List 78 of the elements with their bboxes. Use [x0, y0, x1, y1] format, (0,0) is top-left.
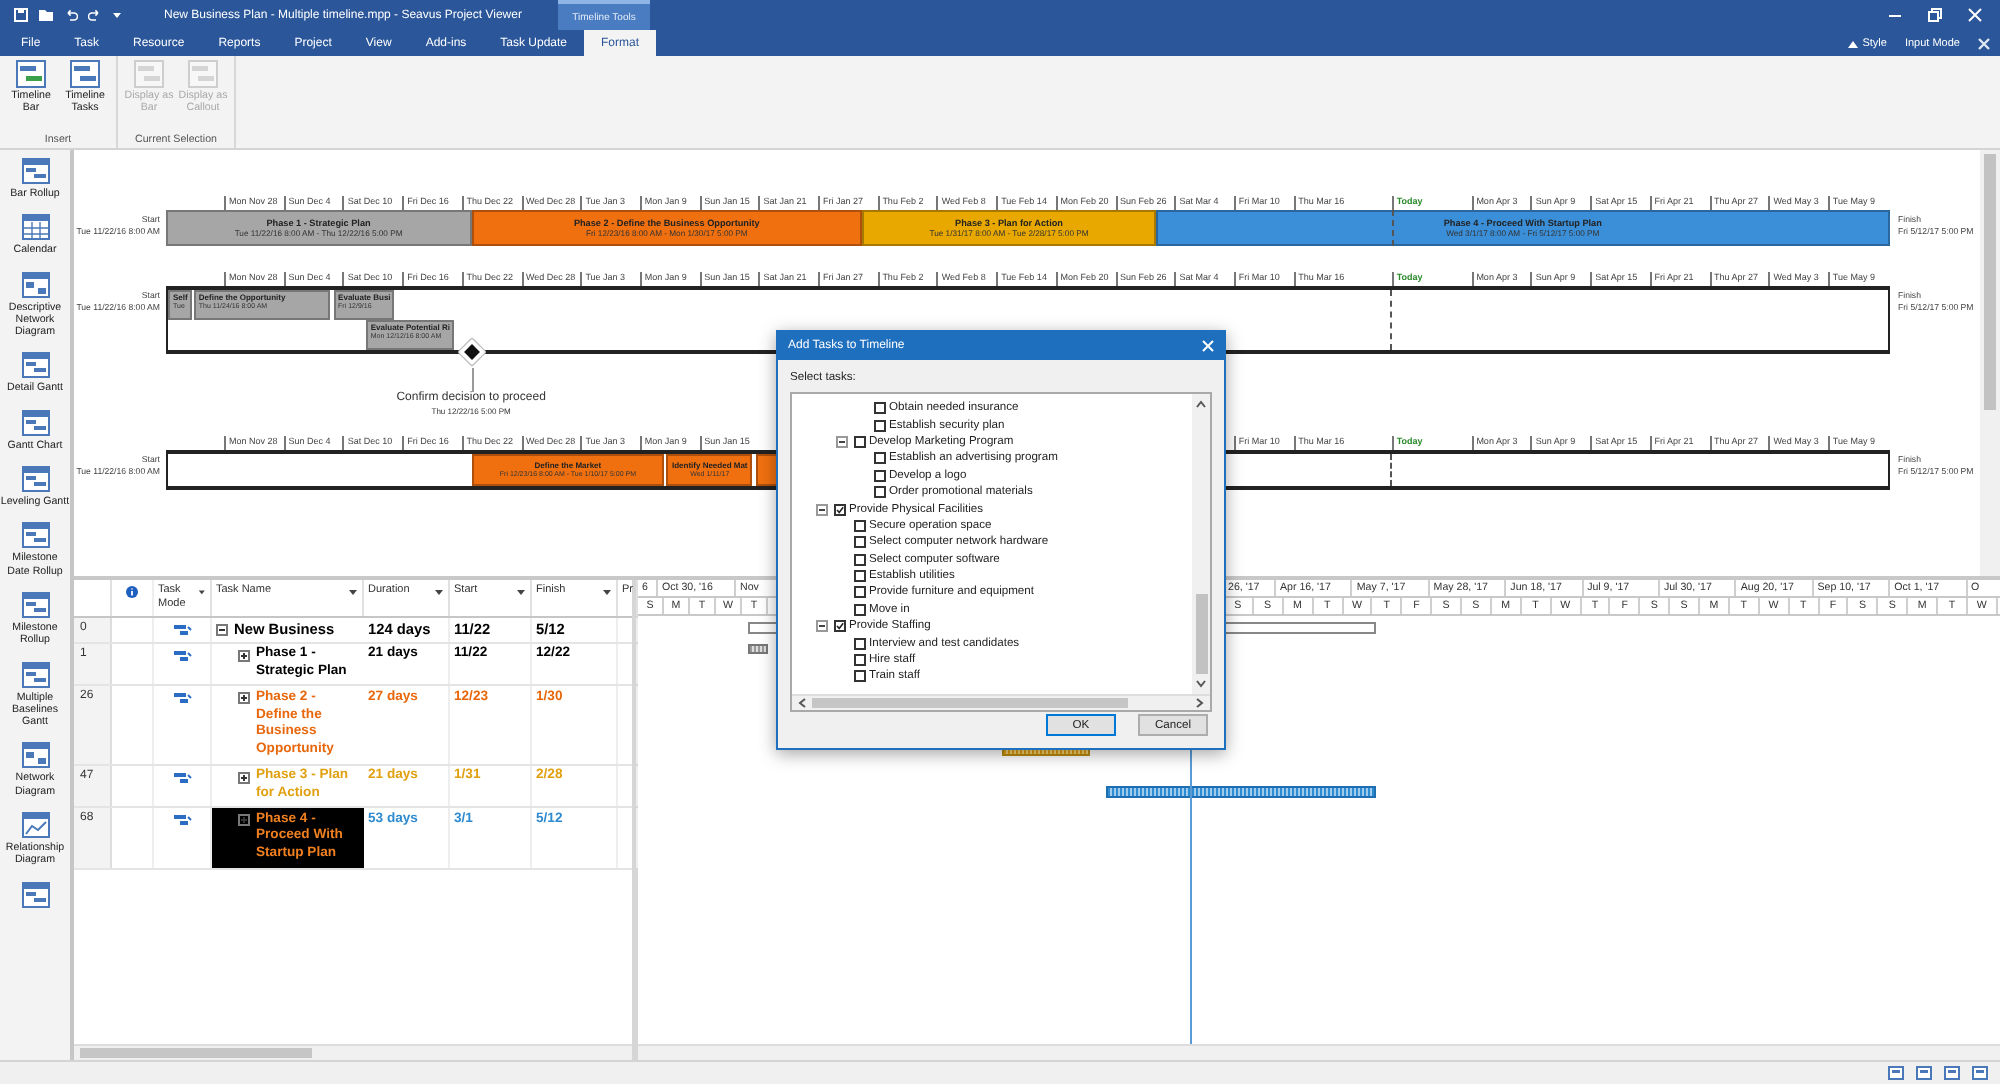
- today-line: [1390, 290, 1393, 350]
- expand-icon[interactable]: [238, 649, 250, 662]
- gantt-bar[interactable]: [1106, 786, 1376, 798]
- caret-icon[interactable]: [198, 588, 206, 596]
- milestone-icon[interactable]: [458, 338, 487, 366]
- line-chart-icon: [21, 812, 49, 839]
- gantt-icon: [21, 466, 49, 493]
- scrollbar-thumb[interactable]: [812, 698, 1128, 708]
- task-mode-icon: [173, 649, 191, 662]
- checkbox[interactable]: [874, 486, 886, 499]
- checkbox[interactable]: [874, 419, 886, 432]
- checkbox[interactable]: [854, 637, 866, 650]
- info-icon: [126, 586, 138, 598]
- gantt-icon: [21, 409, 49, 436]
- checkbox[interactable]: [874, 452, 886, 465]
- diagram-icon: [21, 271, 49, 298]
- checkbox[interactable]: [854, 670, 866, 683]
- restore-icon[interactable]: [1928, 8, 1942, 22]
- caret-left-icon[interactable]: [798, 698, 806, 708]
- checkbox[interactable]: [854, 586, 866, 599]
- calendar-icon: [21, 214, 49, 241]
- expand-icon[interactable]: [238, 771, 250, 784]
- timeline-icon: [134, 60, 164, 88]
- checkbox[interactable]: [854, 603, 866, 616]
- checkbox[interactable]: [854, 519, 866, 532]
- zoom-icon[interactable]: [1972, 1066, 1988, 1080]
- task-mode-icon: [173, 692, 191, 705]
- bar-chart-icon: [21, 158, 49, 184]
- scrollbar[interactable]: [1192, 394, 1210, 694]
- leader-line: [471, 368, 474, 392]
- scrollbar[interactable]: [792, 694, 1210, 710]
- gantt-icon: [21, 661, 49, 688]
- caret-right-icon[interactable]: [1196, 698, 1204, 708]
- collapse-icon[interactable]: [816, 620, 828, 633]
- caret-icon[interactable]: [348, 588, 358, 596]
- checkbox[interactable]: [834, 503, 846, 516]
- expand-icon[interactable]: [238, 692, 250, 705]
- collapse-icon[interactable]: [836, 435, 848, 448]
- checkbox[interactable]: [854, 654, 866, 667]
- scrollbar[interactable]: [74, 1044, 632, 1060]
- caret-icon[interactable]: [434, 588, 444, 596]
- form-icon: [21, 881, 49, 908]
- caret-up-icon: [1848, 39, 1859, 47]
- undo-icon[interactable]: [64, 8, 78, 22]
- collapse-icon[interactable]: [816, 503, 828, 516]
- folder-icon[interactable]: [38, 8, 54, 22]
- gantt-icon: [21, 591, 49, 618]
- checkbox[interactable]: [854, 536, 866, 549]
- task-mode-icon: [173, 814, 191, 827]
- scrollbar-thumb[interactable]: [80, 1048, 312, 1058]
- scrollbar[interactable]: [1980, 150, 2000, 576]
- caret-down-icon[interactable]: [1196, 680, 1206, 688]
- checkbox[interactable]: [854, 570, 866, 583]
- task-mode-icon: [173, 771, 191, 784]
- scrollbar[interactable]: [638, 1044, 2000, 1060]
- scrollbar-thumb[interactable]: [1984, 154, 1996, 410]
- caret-up-icon[interactable]: [1196, 400, 1206, 408]
- checkbox[interactable]: [834, 620, 846, 633]
- today-line: [1390, 454, 1393, 486]
- gantt-bar[interactable]: [748, 644, 768, 654]
- save-icon[interactable]: [14, 8, 28, 22]
- gantt-icon: [21, 352, 49, 379]
- gantt-icon: [21, 522, 49, 549]
- caret-icon[interactable]: [516, 588, 526, 596]
- checkbox[interactable]: [874, 469, 886, 482]
- redo-icon[interactable]: [88, 8, 102, 22]
- caret-icon[interactable]: [112, 10, 122, 20]
- diagram-icon: [21, 742, 49, 769]
- checkbox[interactable]: [854, 553, 866, 566]
- checkbox[interactable]: [854, 435, 866, 448]
- close-icon[interactable]: [1978, 37, 1990, 49]
- caret-icon[interactable]: [602, 588, 612, 596]
- scrollbar-thumb[interactable]: [1195, 594, 1207, 674]
- checkbox[interactable]: [874, 402, 886, 415]
- timeline-icon: [188, 60, 218, 88]
- task-mode-icon: [173, 624, 191, 636]
- today-line: [1391, 210, 1394, 246]
- collapse-icon[interactable]: [216, 624, 228, 636]
